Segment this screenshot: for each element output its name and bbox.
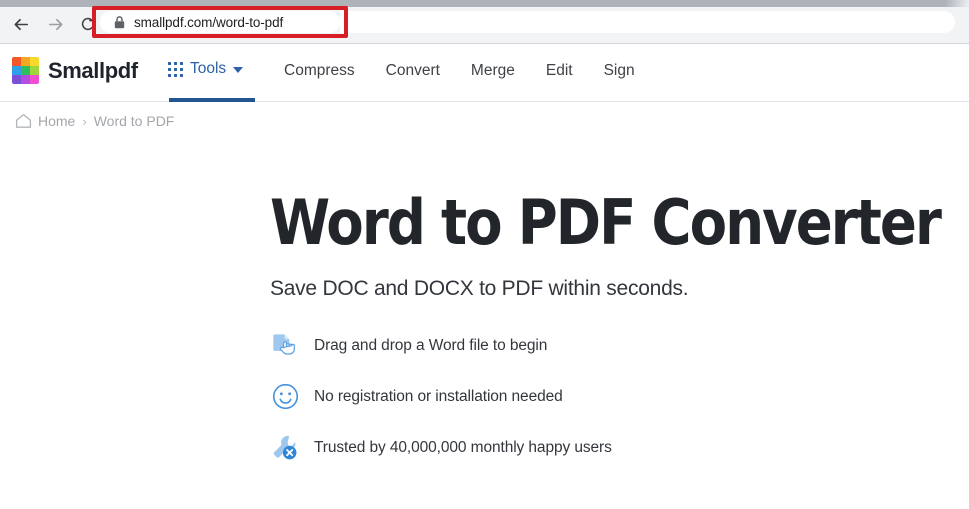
- page-title: Word to PDF Converter: [270, 186, 942, 259]
- breadcrumb-item-current[interactable]: Word to PDF: [94, 113, 175, 129]
- grid-dots-icon: [168, 61, 183, 77]
- feature-list: Drag and drop a Word file to begin No re…: [270, 331, 969, 463]
- feature-label: Trusted by 40,000,000 monthly happy user…: [314, 438, 612, 456]
- smallpdf-logo-icon: [12, 57, 39, 84]
- nav-item-sign[interactable]: Sign: [604, 62, 635, 80]
- feature-item-trusted-users: Trusted by 40,000,000 monthly happy user…: [270, 433, 969, 463]
- drag-drop-file-icon: [270, 331, 300, 361]
- feature-label: Drag and drop a Word file to begin: [314, 336, 548, 354]
- smiley-face-icon: [270, 382, 300, 412]
- nav-item-convert[interactable]: Convert: [386, 62, 440, 80]
- back-button[interactable]: [8, 11, 34, 37]
- logo-cell: [30, 75, 39, 84]
- page-subtitle: Save DOC and DOCX to PDF within seconds.: [270, 276, 689, 300]
- omnibox-extension: [340, 11, 955, 33]
- chevron-down-icon: [233, 67, 244, 73]
- feature-label: No registration or installation needed: [314, 387, 563, 405]
- main-nav: Compress Convert Merge Edit Sign: [284, 62, 635, 80]
- brand-logo-link[interactable]: Smallpdf: [12, 57, 138, 84]
- forward-button[interactable]: [42, 11, 68, 37]
- hero-section: Word to PDF Converter Save DOC and DOCX …: [0, 140, 969, 463]
- breadcrumb-separator: ›: [82, 113, 87, 129]
- wrench-icon: [270, 433, 300, 463]
- logo-cell: [30, 66, 39, 75]
- logo-cell: [12, 57, 21, 66]
- url-highlight-box: [92, 6, 348, 38]
- logo-cell: [12, 75, 21, 84]
- feature-item-no-registration: No registration or installation needed: [270, 382, 969, 412]
- nav-item-compress[interactable]: Compress: [284, 62, 355, 80]
- logo-cell: [12, 66, 21, 75]
- logo-cell: [30, 57, 39, 66]
- tools-menu-label: Tools: [190, 60, 227, 77]
- browser-chrome: smallpdf.com/word-to-pdf: [0, 0, 969, 44]
- home-icon: [15, 113, 32, 129]
- forward-arrow-icon: [48, 18, 62, 30]
- nav-item-merge[interactable]: Merge: [471, 62, 515, 80]
- tab-strip-edge: [929, 0, 969, 7]
- site-header: Smallpdf Tools Compress Convert Merge Ed…: [0, 44, 969, 102]
- logo-cell: [21, 75, 30, 84]
- breadcrumb-item-home[interactable]: Home: [38, 113, 75, 129]
- brand-name: Smallpdf: [48, 57, 138, 83]
- tools-menu-button[interactable]: Tools: [168, 60, 244, 78]
- logo-cell: [21, 66, 30, 75]
- nav-item-edit[interactable]: Edit: [546, 62, 573, 80]
- feature-item-drag-drop: Drag and drop a Word file to begin: [270, 331, 969, 361]
- breadcrumb: Home › Word to PDF: [0, 102, 969, 140]
- back-arrow-icon: [14, 18, 28, 30]
- logo-cell: [21, 57, 30, 66]
